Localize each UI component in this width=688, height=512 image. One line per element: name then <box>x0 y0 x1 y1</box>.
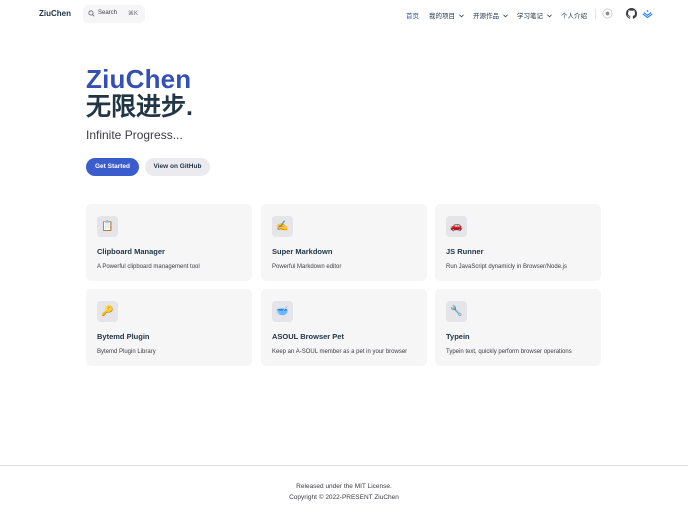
footer: Released under the MIT License. Copyrigh… <box>0 465 688 512</box>
nav-item-label: 首页 <box>406 13 419 20</box>
chevron-down-icon <box>458 14 464 18</box>
view-on-github-button[interactable]: View on GitHub <box>145 158 210 176</box>
feature-card-js-runner[interactable]: 🚗 JS Runner Run JavaScript dynamicly in … <box>435 204 601 281</box>
github-icon[interactable] <box>626 8 637 19</box>
feature-title: ASOUL Browser Pet <box>272 332 344 341</box>
footer-message: Released under the MIT License. <box>296 483 392 490</box>
feature-details: A Powerful clipboard management tool <box>97 264 200 270</box>
nav-divider <box>595 9 596 19</box>
juejin-icon[interactable] <box>642 8 653 19</box>
nav-item-home[interactable]: 首页 <box>406 10 419 20</box>
wrench-icon: 🔧 <box>446 301 467 322</box>
nav-item-label: 开源作品 <box>473 13 499 20</box>
feature-card-asoul-browser-pet[interactable]: 🥣 ASOUL Browser Pet Keep an A-SOUL membe… <box>261 289 427 366</box>
search-shortcut: ⌘K <box>128 11 139 17</box>
footer-copyright: Copyright © 2022-PRESENT ZiuChen <box>289 494 399 501</box>
search-icon <box>88 10 95 17</box>
clipboard-icon: 📋 <box>97 216 118 237</box>
search-button[interactable]: Search ⌘K <box>83 5 145 23</box>
feature-card-clipboard-manager[interactable]: 📋 Clipboard Manager A Powerful clipboard… <box>86 204 252 281</box>
feature-details: Keep an A-SOUL member as a pet in your b… <box>272 349 408 355</box>
key-icon: 🔑 <box>97 301 118 322</box>
feature-title: Super Markdown <box>272 247 333 256</box>
hero-text: 无限进步. <box>86 93 193 121</box>
feature-title: Bytemd Plugin <box>97 332 150 341</box>
feature-title: Clipboard Manager <box>97 247 165 256</box>
site-title[interactable]: ZiuChen <box>39 9 71 18</box>
feature-details: Run JavaScript dynamicly in Browser/Node… <box>446 264 568 270</box>
chevron-down-icon <box>502 14 508 18</box>
feature-card-typein[interactable]: 🔧 Typein Typein text, quickly perform br… <box>435 289 601 366</box>
chevron-down-icon <box>546 14 552 18</box>
feature-details: Powerful Markdown editor <box>272 264 342 270</box>
nav-item-notes[interactable]: 学习笔记 <box>517 10 552 20</box>
nav-item-opensource[interactable]: 开源作品 <box>473 10 508 20</box>
feature-title: JS Runner <box>446 247 484 256</box>
feature-details: Bytemd Plugin Library <box>97 349 156 355</box>
nav-item-label: 学习笔记 <box>517 13 543 20</box>
nav-item-projects[interactable]: 我的项目 <box>429 10 464 20</box>
nav-item-about[interactable]: 个人介绍 <box>561 10 587 20</box>
hero-name: ZiuChen <box>86 64 192 94</box>
bowl-icon: 🥣 <box>272 301 293 322</box>
writing-hand-icon: ✍️ <box>272 216 293 237</box>
car-icon: 🚗 <box>446 216 467 237</box>
search-label: Search <box>98 10 118 16</box>
feature-card-super-markdown[interactable]: ✍️ Super Markdown Powerful Markdown edit… <box>261 204 427 281</box>
nav-item-label: 个人介绍 <box>561 13 587 20</box>
nav-item-label: 我的项目 <box>429 13 455 20</box>
hero-tagline: Infinite Progress... <box>86 128 183 142</box>
theme-toggle-icon[interactable] <box>602 8 613 19</box>
feature-title: Typein <box>446 332 470 341</box>
get-started-button[interactable]: Get Started <box>86 158 139 176</box>
feature-details: Typein text, quickly perform browser ope… <box>446 349 572 355</box>
top-navbar: ZiuChen Search ⌘K 首页 我的项目 开源作品 学习笔记 个人介绍 <box>0 0 688 28</box>
feature-card-bytemd-plugin[interactable]: 🔑 Bytemd Plugin Bytemd Plugin Library <box>86 289 252 366</box>
